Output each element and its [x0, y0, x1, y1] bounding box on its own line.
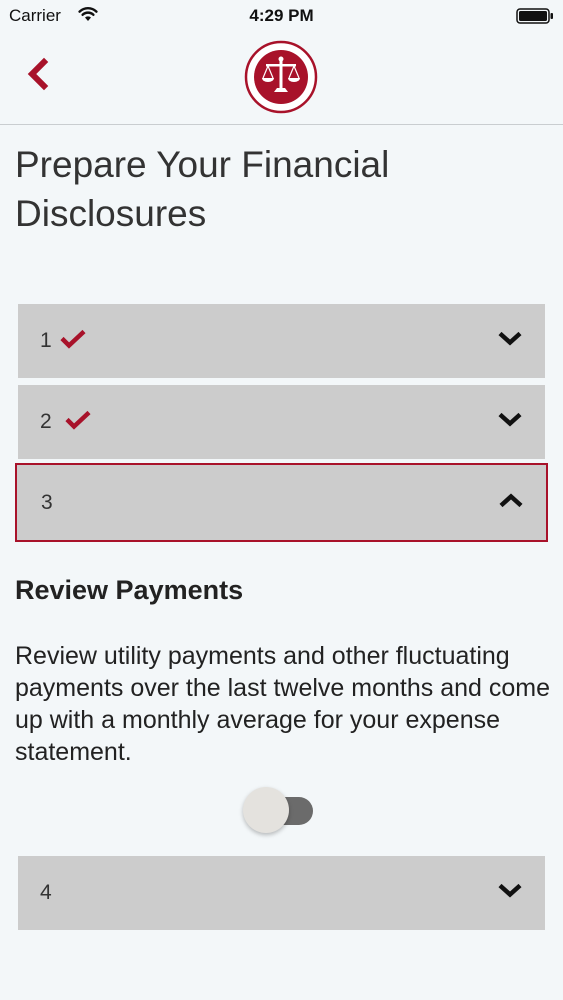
step-3-complete-toggle[interactable]	[243, 787, 313, 835]
app-logo	[244, 40, 318, 114]
step-1-header[interactable]: 1	[18, 304, 545, 378]
scales-of-justice-icon	[244, 40, 318, 114]
status-bar: Carrier 4:29 PM	[0, 0, 563, 32]
chevron-down-icon	[497, 882, 523, 905]
navigation-bar	[0, 32, 563, 125]
step-3-heading: Review Payments	[15, 575, 244, 605]
step-number: 3	[41, 490, 53, 514]
battery-icon	[516, 8, 554, 24]
step-number: 2	[40, 410, 52, 433]
step-number: 4	[40, 881, 52, 904]
page-title: Prepare Your Financial Disclosures	[15, 144, 390, 234]
back-button[interactable]	[22, 54, 58, 94]
step-3-description: Review utility payments and other fluctu…	[15, 642, 550, 766]
chevron-left-icon	[27, 57, 49, 91]
step-2-header[interactable]: 2	[18, 385, 545, 459]
status-time: 4:29 PM	[249, 6, 314, 25]
chevron-down-icon	[497, 330, 523, 353]
checkmark-icon	[60, 329, 86, 354]
step-3-header[interactable]: 3	[15, 463, 548, 542]
toggle-knob	[243, 787, 289, 833]
step-number: 1	[40, 329, 52, 352]
step-4-header[interactable]: 4	[18, 856, 545, 930]
checkmark-icon	[65, 410, 91, 435]
chevron-up-icon	[498, 491, 524, 514]
chevron-down-icon	[497, 411, 523, 434]
